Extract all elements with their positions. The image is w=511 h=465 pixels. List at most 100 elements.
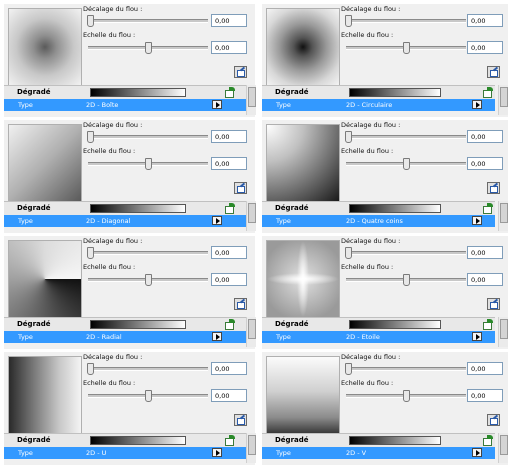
dropdown-arrow-icon[interactable] <box>212 216 222 225</box>
gradient-edit-icon-page <box>225 90 234 98</box>
gradient-edit-icon-page <box>225 206 234 214</box>
gradient-edit-icon[interactable] <box>483 87 494 98</box>
blur-scale-slider-thumb[interactable] <box>145 158 152 170</box>
gradient-edit-icon[interactable] <box>225 87 236 98</box>
type-row[interactable]: Type 2D - U <box>4 447 246 459</box>
gradient-edit-icon[interactable] <box>225 203 236 214</box>
blur-offset-slider-thumb[interactable] <box>87 247 94 259</box>
blur-offset-slider-track[interactable] <box>346 367 466 371</box>
blur-offset-input[interactable]: 0,00 <box>467 246 503 259</box>
gradient-label: Dégradé <box>275 204 309 212</box>
blur-scale-input[interactable]: 0,00 <box>467 389 503 402</box>
type-row[interactable]: Type 2D - Circulaire <box>262 99 495 111</box>
blur-offset-slider-thumb[interactable] <box>87 131 94 143</box>
gradient-bar[interactable] <box>90 88 186 97</box>
edit-icon[interactable] <box>487 66 500 78</box>
blur-offset-input[interactable]: 0,00 <box>211 14 247 27</box>
gradient-label: Dégradé <box>275 88 309 96</box>
edit-icon[interactable] <box>234 66 247 78</box>
gradient-bar[interactable] <box>349 320 441 329</box>
edit-icon[interactable] <box>234 414 247 426</box>
gradient-edit-icon[interactable] <box>483 203 494 214</box>
blur-scale-slider-thumb[interactable] <box>145 42 152 54</box>
blur-scale-input[interactable]: 0,00 <box>211 389 247 402</box>
vertical-scrollbar[interactable] <box>246 85 256 115</box>
vertical-scrollbar[interactable] <box>246 201 256 231</box>
blur-offset-input[interactable]: 0,00 <box>211 362 247 375</box>
gradient-label: Dégradé <box>17 204 51 212</box>
type-row[interactable]: Type 2D - Quatre coins <box>262 215 495 227</box>
blur-offset-slider-thumb[interactable] <box>87 15 94 27</box>
gradient-edit-icon[interactable] <box>225 435 236 446</box>
blur-scale-input[interactable]: 0,00 <box>467 41 503 54</box>
edit-icon[interactable] <box>487 182 500 194</box>
gradient-bar[interactable] <box>349 204 441 213</box>
edit-icon[interactable] <box>487 414 500 426</box>
blur-scale-slider-thumb[interactable] <box>145 390 152 402</box>
dropdown-arrow-icon[interactable] <box>212 332 222 341</box>
gradient-bar[interactable] <box>349 88 441 97</box>
blur-scale-slider-thumb[interactable] <box>403 42 410 54</box>
gradient-preview <box>8 240 82 318</box>
gradient-bar[interactable] <box>349 436 441 445</box>
vertical-scrollbar[interactable] <box>498 317 508 347</box>
blur-scale-input[interactable]: 0,00 <box>467 157 503 170</box>
type-row[interactable]: Type 2D - Boîte <box>4 99 246 111</box>
blur-offset-slider-track[interactable] <box>346 251 466 255</box>
blur-offset-input[interactable]: 0,00 <box>211 130 247 143</box>
blur-offset-slider-thumb[interactable] <box>345 131 352 143</box>
blur-offset-slider-track[interactable] <box>346 19 466 23</box>
dropdown-arrow-icon[interactable] <box>212 448 222 457</box>
gradient-bar[interactable] <box>90 436 186 445</box>
blur-scale-slider-thumb[interactable] <box>403 158 410 170</box>
dropdown-arrow-icon[interactable] <box>212 100 222 109</box>
blur-scale-label: Echelle du flou : <box>341 31 394 39</box>
vertical-scrollbar[interactable] <box>498 433 508 463</box>
blur-offset-slider-thumb[interactable] <box>87 363 94 375</box>
blur-scale-input[interactable]: 0,00 <box>211 41 247 54</box>
gradient-panel-v: Décalage du flou : 0,00 Echelle du flou : 0… <box>262 352 508 465</box>
dropdown-arrow-icon[interactable] <box>472 332 482 341</box>
edit-icon[interactable] <box>487 298 500 310</box>
blur-offset-slider-track[interactable] <box>88 367 208 371</box>
dropdown-arrow-icon[interactable] <box>472 100 482 109</box>
blur-offset-input[interactable]: 0,00 <box>211 246 247 259</box>
dropdown-arrow-icon[interactable] <box>472 216 482 225</box>
type-row[interactable]: Type 2D - V <box>262 447 495 459</box>
blur-scale-slider-thumb[interactable] <box>403 274 410 286</box>
blur-scale-input[interactable]: 0,00 <box>467 273 503 286</box>
blur-scale-slider-thumb[interactable] <box>145 274 152 286</box>
type-row[interactable]: Type 2D - Diagonal <box>4 215 246 227</box>
blur-offset-slider-thumb[interactable] <box>345 15 352 27</box>
vertical-scrollbar[interactable] <box>246 317 256 347</box>
blur-offset-slider-track[interactable] <box>88 251 208 255</box>
gradient-panel-etoile: Décalage du flou : 0,00 Echelle du flou : 0… <box>262 236 508 349</box>
gradient-edit-icon[interactable] <box>483 319 494 330</box>
blur-offset-input[interactable]: 0,00 <box>467 362 503 375</box>
blur-offset-input[interactable]: 0,00 <box>467 130 503 143</box>
blur-offset-slider-track[interactable] <box>346 135 466 139</box>
blur-offset-slider-track[interactable] <box>88 19 208 23</box>
blur-offset-input[interactable]: 0,00 <box>467 14 503 27</box>
type-label: Type <box>18 217 33 225</box>
blur-offset-slider-track[interactable] <box>88 135 208 139</box>
blur-scale-input[interactable]: 0,00 <box>211 273 247 286</box>
dropdown-arrow-icon[interactable] <box>472 448 482 457</box>
gradient-bar[interactable] <box>90 204 186 213</box>
vertical-scrollbar[interactable] <box>246 433 256 463</box>
type-value: 2D - Etoile <box>346 333 380 341</box>
vertical-scrollbar[interactable] <box>498 85 508 115</box>
blur-scale-input[interactable]: 0,00 <box>211 157 247 170</box>
gradient-edit-icon[interactable] <box>483 435 494 446</box>
vertical-scrollbar[interactable] <box>498 201 508 231</box>
gradient-edit-icon[interactable] <box>225 319 236 330</box>
type-row[interactable]: Type 2D - Etoile <box>262 331 495 343</box>
edit-icon[interactable] <box>234 182 247 194</box>
type-row[interactable]: Type 2D - Radial <box>4 331 246 343</box>
blur-scale-slider-thumb[interactable] <box>403 390 410 402</box>
edit-icon[interactable] <box>234 298 247 310</box>
gradient-bar[interactable] <box>90 320 186 329</box>
blur-offset-slider-thumb[interactable] <box>345 247 352 259</box>
blur-offset-slider-thumb[interactable] <box>345 363 352 375</box>
blur-scale-label: Echelle du flou : <box>83 31 136 39</box>
